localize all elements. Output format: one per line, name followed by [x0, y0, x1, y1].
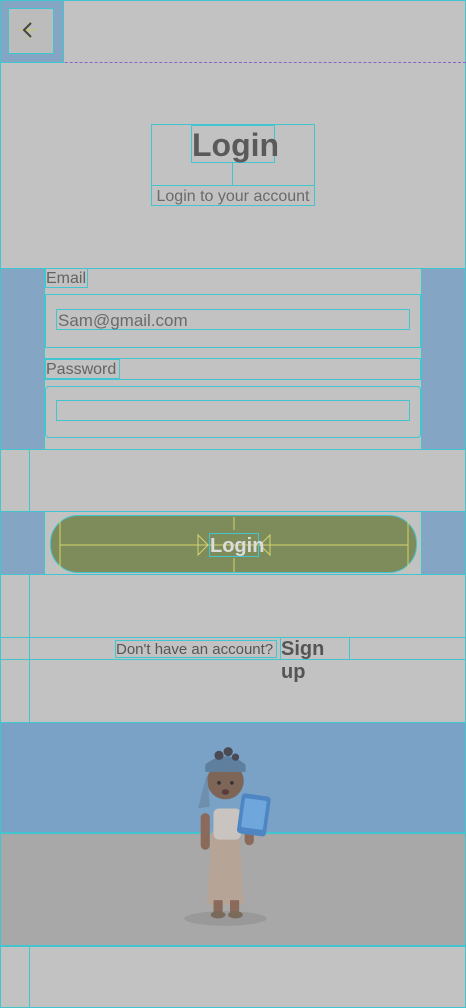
form-side-panel-left [0, 268, 45, 450]
chevron-left-icon [19, 21, 37, 39]
bottom-area [0, 946, 466, 1008]
button-side-panel-right [421, 511, 466, 575]
password-label: Password [45, 359, 120, 379]
title-connector [232, 163, 233, 185]
email-label: Email [45, 268, 88, 288]
page-title: Login [191, 125, 280, 163]
form-side-panel-right [421, 268, 466, 450]
signup-question: Don't have an account? [115, 640, 277, 658]
person-with-phone-illustration [184, 747, 271, 926]
password-field[interactable] [56, 400, 410, 421]
back-button[interactable] [8, 8, 54, 54]
email-field[interactable]: Sam@gmail.com [56, 309, 410, 330]
login-button-label: Login [209, 533, 265, 557]
back-button-container [0, 0, 64, 63]
signup-link[interactable]: Sign up [280, 637, 350, 683]
button-side-panel-left [0, 511, 45, 575]
page-subtitle: Login to your account [151, 185, 315, 206]
